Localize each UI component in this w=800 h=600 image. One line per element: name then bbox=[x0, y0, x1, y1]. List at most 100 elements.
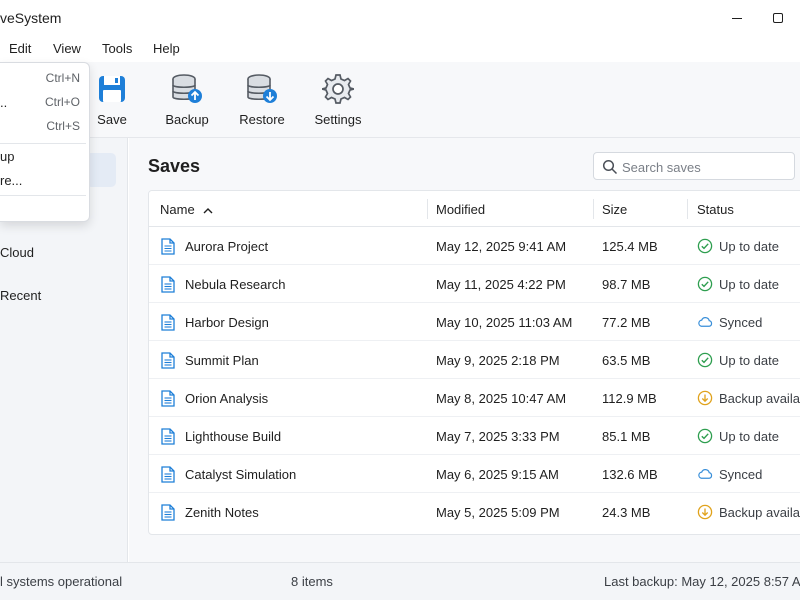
menu-item-exit[interactable] bbox=[0, 197, 90, 221]
status-bar: l systems operational 8 items Last backu… bbox=[0, 562, 800, 600]
column-header-status[interactable]: Status bbox=[697, 191, 734, 227]
row-status: Synced bbox=[697, 455, 762, 493]
table-row[interactable]: Summit Plan May 9, 2025 2:18 PM 63.5 MB Up … bbox=[149, 341, 800, 379]
menu-item-shortcut: Ctrl+S bbox=[46, 119, 80, 133]
row-name: Orion Analysis bbox=[185, 390, 269, 406]
column-name-label: Name bbox=[160, 201, 195, 217]
menu-item-new[interactable]: Ctrl+N bbox=[0, 67, 90, 91]
minimize-button[interactable] bbox=[714, 0, 760, 36]
row-status: Up to date bbox=[697, 417, 779, 455]
cloud-icon bbox=[697, 466, 713, 482]
menu-item-shortcut: Ctrl+N bbox=[45, 71, 80, 85]
column-modified-label: Modified bbox=[436, 201, 486, 217]
column-separator[interactable] bbox=[593, 199, 594, 219]
row-status: Backup available bbox=[697, 379, 800, 417]
document-icon bbox=[161, 238, 175, 258]
document-icon bbox=[161, 466, 175, 486]
menu-separator bbox=[0, 143, 86, 144]
row-name: Catalyst Simulation bbox=[185, 466, 297, 482]
sidebar-item-recent[interactable]: Recent bbox=[0, 288, 41, 303]
column-separator[interactable] bbox=[687, 199, 688, 219]
sort-ascending-icon bbox=[203, 202, 213, 217]
menu-view[interactable]: View bbox=[53, 41, 81, 56]
row-status: Backup available bbox=[697, 493, 800, 531]
row-status-label: Up to date bbox=[719, 238, 779, 254]
row-modified: May 12, 2025 9:41 AM bbox=[436, 238, 567, 254]
download-circle-icon bbox=[697, 504, 713, 520]
document-icon bbox=[161, 314, 175, 334]
page-title: Saves bbox=[148, 156, 201, 176]
file-menu-dropdown: Ctrl+N .. Ctrl+O Ctrl+S up re... bbox=[0, 62, 90, 222]
database-upload-icon bbox=[170, 72, 204, 106]
status-bar-system-status: l systems operational bbox=[0, 574, 123, 589]
row-modified: May 9, 2025 2:18 PM bbox=[436, 352, 560, 368]
menu-item-label: .. bbox=[0, 95, 8, 110]
document-icon bbox=[161, 390, 175, 410]
table-row[interactable]: Nebula Research May 11, 2025 4:22 PM 98.7 … bbox=[149, 265, 800, 303]
download-circle-icon bbox=[697, 390, 713, 406]
backup-button[interactable]: Backup bbox=[152, 72, 222, 132]
menu-item-restore[interactable]: re... bbox=[0, 169, 90, 193]
table-row[interactable]: Lighthouse Build May 7, 2025 3:33 PM 85.1 … bbox=[149, 417, 800, 455]
menu-tools[interactable]: Tools bbox=[102, 41, 132, 56]
row-size: 77.2 MB bbox=[602, 314, 651, 330]
menu-bar: Edit View Tools Help bbox=[0, 36, 800, 62]
menu-edit[interactable]: Edit bbox=[9, 41, 31, 56]
row-status-label: Backup available bbox=[719, 504, 800, 520]
table-row[interactable]: Catalyst Simulation May 6, 2025 9:15 AM 13… bbox=[149, 455, 800, 493]
table-row[interactable]: Zenith Notes May 5, 2025 5:09 PM 24.3 MB Ba… bbox=[149, 493, 800, 531]
row-status-label: Synced bbox=[719, 466, 763, 482]
maximize-button[interactable] bbox=[755, 0, 800, 36]
status-bar-item-count: 8 items bbox=[291, 574, 333, 589]
column-header-size[interactable]: Size bbox=[602, 191, 627, 227]
restore-button[interactable]: Restore bbox=[227, 72, 297, 132]
row-size: 63.5 MB bbox=[602, 352, 651, 368]
check-circle-icon bbox=[697, 238, 713, 254]
check-circle-icon bbox=[697, 428, 713, 444]
window-title: veSystem bbox=[0, 10, 62, 26]
row-name: Zenith Notes bbox=[185, 504, 259, 520]
table-row[interactable]: Orion Analysis May 8, 2025 10:47 AM 112.9 … bbox=[149, 379, 800, 417]
sidebar-item-cloud[interactable]: Cloud bbox=[0, 245, 34, 260]
row-size: 85.1 MB bbox=[602, 428, 651, 444]
menu-help[interactable]: Help bbox=[153, 41, 180, 56]
settings-button-label: Settings bbox=[314, 112, 362, 127]
column-header-modified[interactable]: Modified bbox=[436, 191, 485, 227]
menu-item-save[interactable]: Ctrl+S bbox=[0, 115, 90, 139]
settings-button[interactable]: Settings bbox=[303, 72, 373, 132]
row-size: 132.6 MB bbox=[602, 466, 658, 482]
menu-item-label: re... bbox=[0, 173, 23, 188]
search-input[interactable] bbox=[622, 157, 792, 177]
check-circle-icon bbox=[697, 276, 713, 292]
menu-separator bbox=[0, 195, 86, 196]
row-status: Up to date bbox=[697, 265, 779, 303]
row-modified: May 8, 2025 10:47 AM bbox=[436, 390, 567, 406]
row-name: Nebula Research bbox=[185, 276, 286, 292]
check-circle-icon bbox=[697, 352, 713, 368]
row-size: 125.4 MB bbox=[602, 238, 658, 254]
row-name: Lighthouse Build bbox=[185, 428, 282, 444]
search-icon bbox=[602, 159, 618, 178]
row-name: Harbor Design bbox=[185, 314, 269, 330]
table-row[interactable]: Aurora Project May 12, 2025 9:41 AM 125.4 … bbox=[149, 227, 800, 265]
column-separator[interactable] bbox=[427, 199, 428, 219]
sidebar-active-item[interactable] bbox=[86, 153, 116, 187]
floppy-disk-icon bbox=[95, 72, 129, 106]
menu-item-backup[interactable]: up bbox=[0, 145, 90, 169]
row-modified: May 10, 2025 11:03 AM bbox=[436, 314, 573, 330]
search-box[interactable] bbox=[593, 152, 795, 180]
table-row[interactable]: Harbor Design May 10, 2025 11:03 AM 77.2 M… bbox=[149, 303, 800, 341]
row-status: Up to date bbox=[697, 341, 779, 379]
gear-icon bbox=[321, 72, 355, 106]
restore-button-label: Restore bbox=[239, 112, 285, 127]
backup-button-label: Backup bbox=[165, 112, 209, 127]
row-name: Aurora Project bbox=[185, 238, 269, 254]
main-panel: Saves Name Modified Size bbox=[129, 138, 800, 562]
document-icon bbox=[161, 276, 175, 296]
document-icon bbox=[161, 428, 175, 448]
menu-item-open[interactable]: .. Ctrl+O bbox=[0, 91, 90, 115]
column-header-name[interactable]: Name bbox=[160, 191, 213, 227]
column-size-label: Size bbox=[602, 201, 628, 217]
row-size: 112.9 MB bbox=[602, 390, 657, 406]
row-modified: May 11, 2025 4:22 PM bbox=[436, 276, 566, 292]
